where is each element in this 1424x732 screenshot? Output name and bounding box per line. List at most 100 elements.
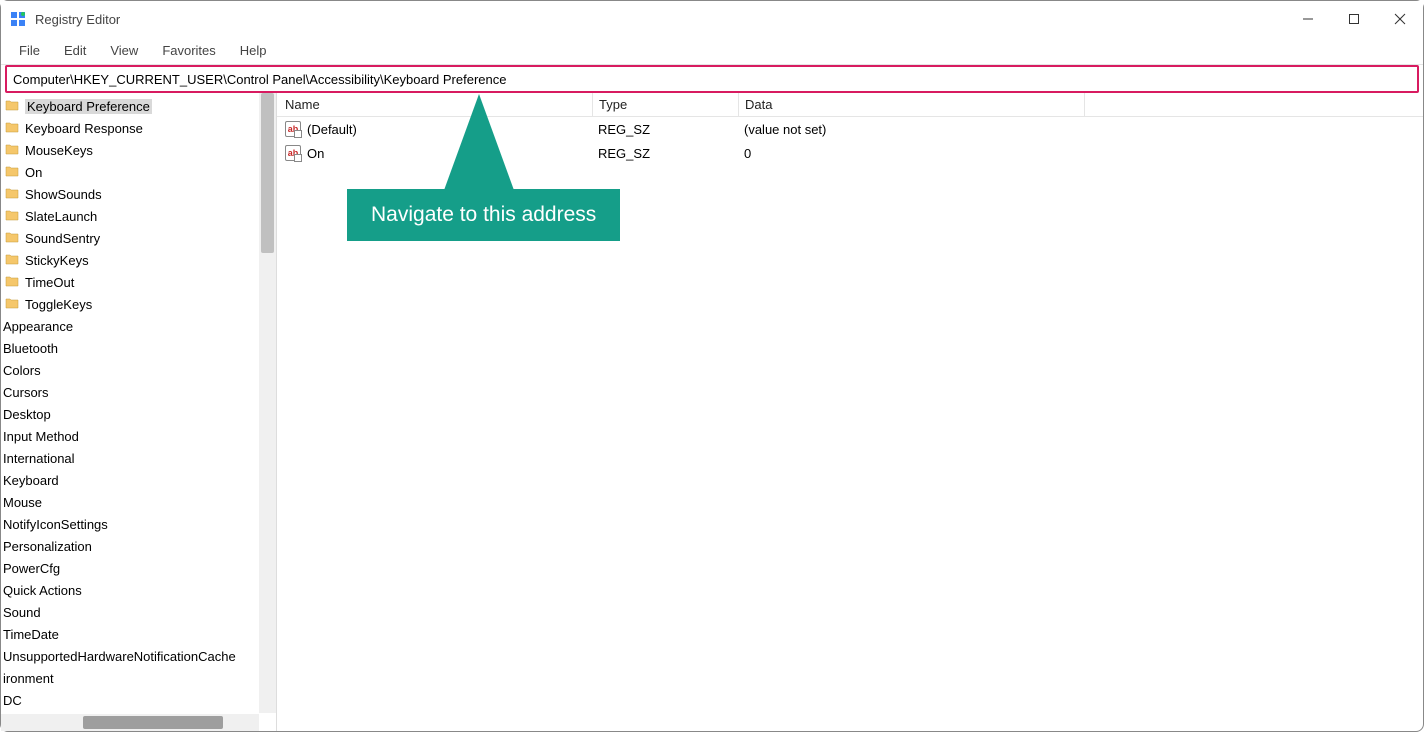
- tree-item[interactable]: ShowSounds: [1, 183, 276, 205]
- tree-item[interactable]: Keyboard: [1, 469, 276, 491]
- value-type: REG_SZ: [592, 122, 738, 137]
- tree-horizontal-scrollbar-thumb[interactable]: [83, 716, 223, 729]
- value-data: (value not set): [738, 122, 1098, 137]
- tree-item-label: Colors: [3, 363, 41, 378]
- window-controls: [1285, 1, 1423, 37]
- string-value-icon: ab: [285, 121, 301, 137]
- tree-item-label: International: [3, 451, 75, 466]
- menu-view[interactable]: View: [98, 39, 150, 62]
- tree-item-label: DC: [3, 693, 22, 708]
- tree-item[interactable]: Cursors: [1, 381, 276, 403]
- tree-item-label: SoundSentry: [25, 231, 100, 246]
- tree-item[interactable]: SlateLaunch: [1, 205, 276, 227]
- tree-vertical-scrollbar-thumb[interactable]: [261, 93, 274, 253]
- tree-item[interactable]: PowerCfg: [1, 557, 276, 579]
- string-value-icon: ab: [285, 145, 301, 161]
- tree-item[interactable]: Keyboard Response: [1, 117, 276, 139]
- regedit-icon: [9, 10, 27, 28]
- tree-vertical-scrollbar[interactable]: [259, 93, 276, 713]
- folder-icon: [5, 143, 25, 158]
- value-type: REG_SZ: [592, 146, 738, 161]
- folder-icon: [5, 187, 25, 202]
- column-data[interactable]: Data: [738, 93, 1084, 116]
- close-button[interactable]: [1377, 1, 1423, 37]
- value-name: On: [307, 146, 324, 161]
- titlebar: Registry Editor: [1, 1, 1423, 37]
- tree-item[interactable]: Desktop: [1, 403, 276, 425]
- tree-item[interactable]: UnsupportedHardwareNotificationCache: [1, 645, 276, 667]
- folder-icon: [5, 297, 25, 312]
- tree-horizontal-scrollbar[interactable]: [1, 714, 259, 731]
- tree-item[interactable]: International: [1, 447, 276, 469]
- tree-item[interactable]: Colors: [1, 359, 276, 381]
- maximize-button[interactable]: [1331, 1, 1377, 37]
- tree-item[interactable]: Mouse: [1, 491, 276, 513]
- tree-item-label: On: [25, 165, 42, 180]
- tree-item[interactable]: On: [1, 161, 276, 183]
- tree-item-label: Quick Actions: [3, 583, 82, 598]
- window-title: Registry Editor: [35, 12, 120, 27]
- tree-item[interactable]: Appearance: [1, 315, 276, 337]
- callout-box: Navigate to this address: [347, 189, 620, 241]
- folder-icon: [5, 253, 25, 268]
- tree-item-label: Input Method: [3, 429, 79, 444]
- tree-item-label: SlateLaunch: [25, 209, 97, 224]
- tree-item-label: Cursors: [3, 385, 49, 400]
- menu-edit[interactable]: Edit: [52, 39, 98, 62]
- tree-item-label: Keyboard Preference: [25, 99, 152, 114]
- value-name: (Default): [307, 122, 357, 137]
- folder-icon: [5, 165, 25, 180]
- tree-item-label: Appearance: [3, 319, 73, 334]
- menu-help[interactable]: Help: [228, 39, 279, 62]
- folder-icon: [5, 121, 25, 136]
- tree-item[interactable]: NotifyIconSettings: [1, 513, 276, 535]
- minimize-button[interactable]: [1285, 1, 1331, 37]
- column-spacer: [1084, 93, 1424, 116]
- folder-icon: [5, 275, 25, 290]
- tree-item[interactable]: SoundSentry: [1, 227, 276, 249]
- tree-item-label: ironment: [3, 671, 54, 686]
- tree-item-label: Sound: [3, 605, 41, 620]
- tree-item-label: TimeDate: [3, 627, 59, 642]
- tree-item-label: ToggleKeys: [25, 297, 92, 312]
- tree-item[interactable]: Keyboard Preference: [1, 95, 276, 117]
- tree-item[interactable]: TimeDate: [1, 623, 276, 645]
- tree-item[interactable]: Input Method: [1, 425, 276, 447]
- tree-item[interactable]: Sound: [1, 601, 276, 623]
- tree-item[interactable]: TimeOut: [1, 271, 276, 293]
- tree-item-label: UnsupportedHardwareNotificationCache: [3, 649, 236, 664]
- menu-favorites[interactable]: Favorites: [150, 39, 227, 62]
- tree-item-label: Keyboard Response: [25, 121, 143, 136]
- tree-item[interactable]: StickyKeys: [1, 249, 276, 271]
- folder-icon: [5, 99, 25, 114]
- tree-item-label: Keyboard: [3, 473, 59, 488]
- address-bar[interactable]: Computer\HKEY_CURRENT_USER\Control Panel…: [5, 65, 1419, 93]
- tree-item[interactable]: Quick Actions: [1, 579, 276, 601]
- tree-item[interactable]: Personalization: [1, 535, 276, 557]
- value-data: 0: [738, 146, 1098, 161]
- tree-item-label: Desktop: [3, 407, 51, 422]
- tree-item-label: StickyKeys: [25, 253, 89, 268]
- tree-item-label: Personalization: [3, 539, 92, 554]
- tree-item[interactable]: DC: [1, 689, 276, 711]
- tree-item-label: Bluetooth: [3, 341, 58, 356]
- tree-item-label: PowerCfg: [3, 561, 60, 576]
- folder-icon: [5, 231, 25, 246]
- callout-text: Navigate to this address: [371, 203, 596, 226]
- tree-item-label: NotifyIconSettings: [3, 517, 108, 532]
- tree-item-label: TimeOut: [25, 275, 74, 290]
- address-text: Computer\HKEY_CURRENT_USER\Control Panel…: [13, 72, 506, 87]
- column-name[interactable]: Name: [277, 97, 592, 112]
- tree-item-label: Mouse: [3, 495, 42, 510]
- tree-item-label: MouseKeys: [25, 143, 93, 158]
- main-split: Keyboard Preference Keyboard Response Mous…: [1, 93, 1423, 731]
- tree-item-label: ShowSounds: [25, 187, 102, 202]
- tree-item[interactable]: MouseKeys: [1, 139, 276, 161]
- column-type[interactable]: Type: [592, 93, 738, 116]
- tree-pane: Keyboard Preference Keyboard Response Mous…: [1, 93, 277, 731]
- tree-item[interactable]: ironment: [1, 667, 276, 689]
- tree-item[interactable]: Bluetooth: [1, 337, 276, 359]
- tree-item[interactable]: ToggleKeys: [1, 293, 276, 315]
- folder-icon: [5, 209, 25, 224]
- menu-file[interactable]: File: [7, 39, 52, 62]
